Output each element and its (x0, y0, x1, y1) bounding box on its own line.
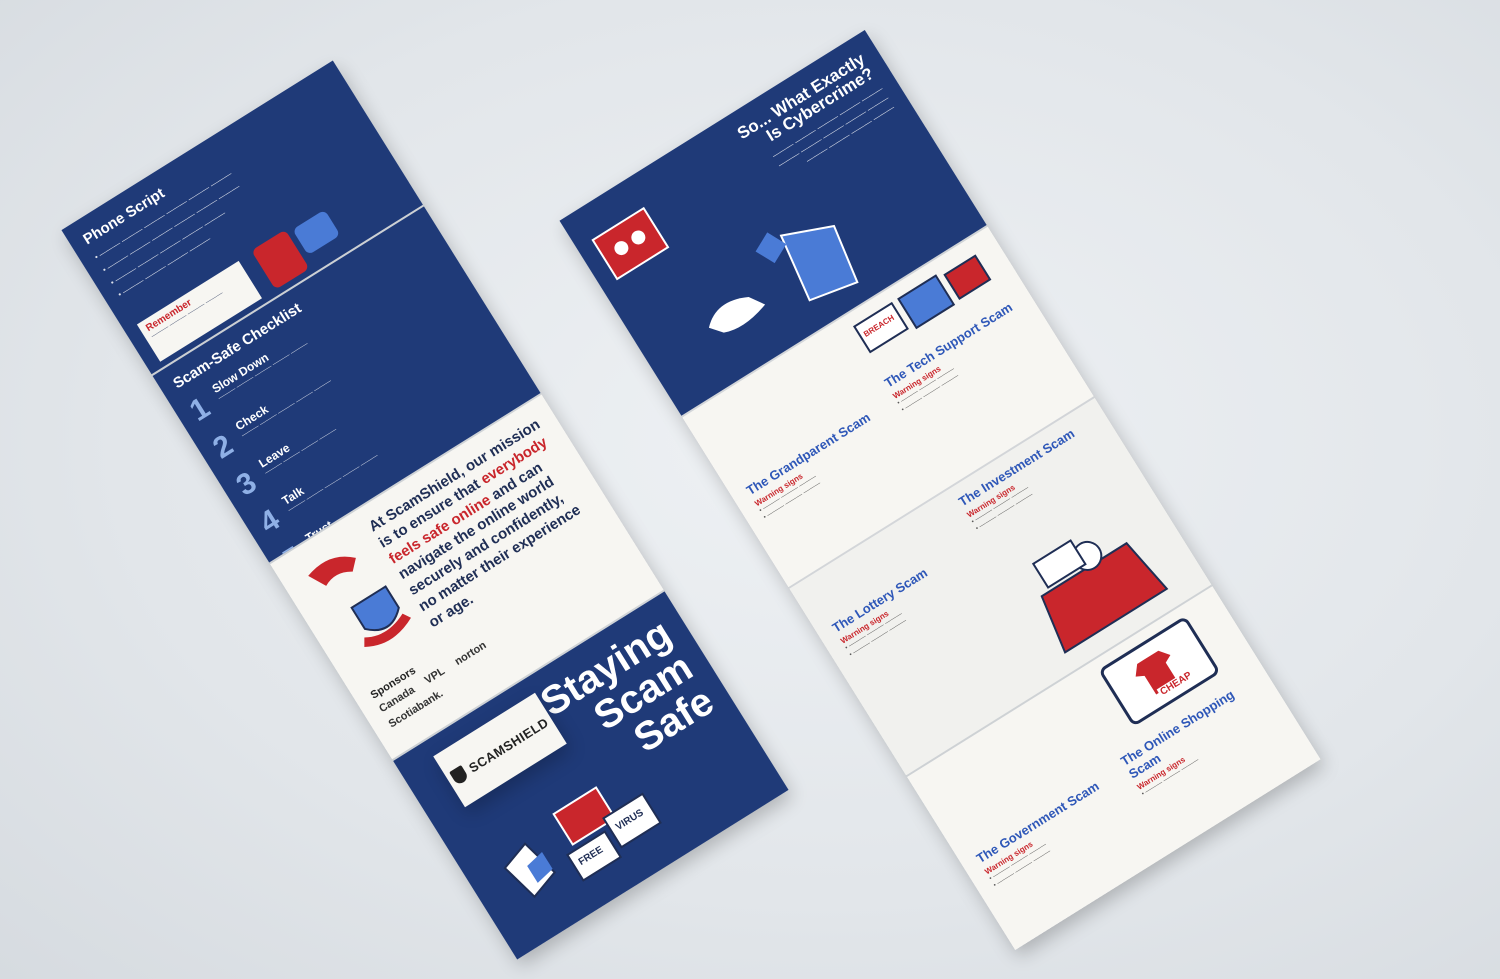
chat-bubble-icon (292, 209, 341, 256)
shield-logo-icon (448, 765, 470, 787)
warning-signs-label: Warning signs (983, 839, 1035, 877)
warning-signs-label: Warning signs (839, 608, 891, 646)
phone-script-line: • ——— ——— ——— ——— ——— ——— (100, 181, 242, 275)
warning-signs-label: Warning signs (753, 471, 805, 509)
